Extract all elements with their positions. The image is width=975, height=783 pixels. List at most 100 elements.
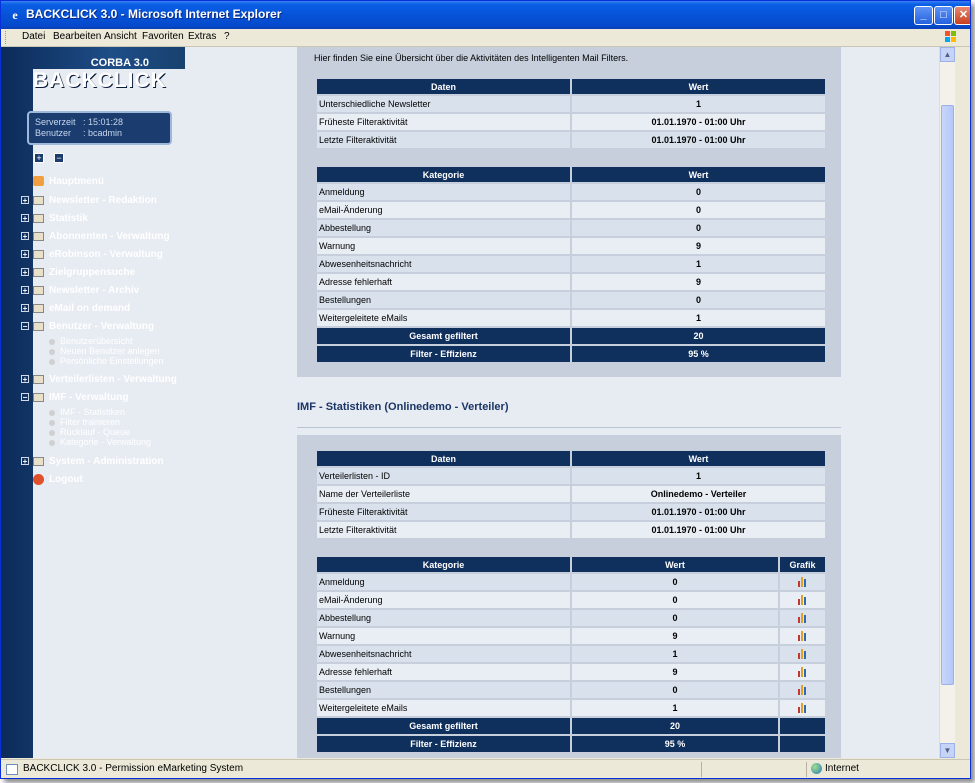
folder-icon — [33, 231, 44, 241]
overview-info-table: Daten Wert Unterschiedliche Newsletter 1 … — [315, 77, 827, 150]
nav-email-on-demand[interactable]: + eMail on demand — [21, 303, 130, 319]
table-row: Verteilerlisten - ID 1 — [317, 468, 825, 484]
nav-imf-verwaltung[interactable]: − IMF - Verwaltung — [21, 392, 128, 408]
plus-icon[interactable]: + — [21, 268, 29, 277]
collapse-all-icon[interactable]: − — [54, 153, 64, 163]
close-button[interactable]: ✕ — [954, 6, 970, 25]
title-bar[interactable]: e BACKCLICK 3.0 - Microsoft Internet Exp… — [1, 1, 970, 29]
scroll-thumb[interactable] — [941, 105, 954, 685]
cell-value: 1 — [572, 646, 778, 662]
nav-sub-kategorie-verwaltung[interactable]: Kategorie - Verwaltung — [49, 437, 151, 447]
efficiency-label: Filter - Effizienz — [317, 736, 570, 752]
nav-abonnenten-verwaltung[interactable]: + Abonnenten - Verwaltung — [21, 231, 170, 247]
table-row: Adresse fehlerhaft 9 — [317, 664, 825, 680]
nav-statistik[interactable]: + Statistik — [21, 213, 88, 229]
menu-datei[interactable]: Datei — [22, 31, 45, 42]
column-header: Kategorie — [317, 557, 570, 572]
total-label: Gesamt gefiltert — [317, 718, 570, 734]
cell-value: 0 — [572, 184, 825, 200]
nav-sub-filter-trainieren[interactable]: Filter trainieren — [49, 417, 120, 427]
nav-newsletter-archiv[interactable]: + Newsletter - Archiv — [21, 285, 139, 301]
page-content: CORBA 3.0 BACKCLICK Serverzeit: 15:01:28… — [1, 47, 955, 758]
cell-value: 01.01.1970 - 01:00 Uhr — [572, 522, 825, 538]
nav-benutzer-verwaltung[interactable]: − Benutzer - Verwaltung — [21, 321, 154, 337]
cell-value: 0 — [572, 574, 778, 590]
bar-chart-icon[interactable] — [797, 577, 808, 588]
nav-newsletter-redaktion[interactable]: + Newsletter - Redaktion — [21, 195, 157, 211]
bar-chart-icon[interactable] — [797, 631, 808, 642]
table-row: Weitergeleitete eMails 1 — [317, 310, 825, 326]
chart-cell — [780, 664, 825, 680]
column-header: Grafik — [780, 557, 825, 572]
plus-icon[interactable]: + — [21, 232, 29, 241]
cell-value: 9 — [572, 238, 825, 254]
nav-hauptmenu[interactable]: Hauptmenü — [21, 176, 104, 192]
cell-label: Name der Verteilerliste — [317, 486, 570, 502]
scroll-down-icon[interactable]: ▼ — [940, 743, 955, 758]
chart-cell — [780, 574, 825, 590]
plus-icon[interactable]: + — [21, 250, 29, 259]
bullet-icon — [49, 409, 55, 416]
expand-all-icon[interactable]: + — [34, 153, 44, 163]
nav-sub-imf-statistiken[interactable]: IMF - Statistiken — [49, 407, 125, 417]
scroll-up-icon[interactable]: ▲ — [940, 47, 955, 62]
security-zone-label: Internet — [825, 763, 859, 774]
menu-bearbeiten[interactable]: Bearbeiten — [53, 31, 101, 42]
vertical-scrollbar[interactable]: ▲ ▼ — [939, 47, 955, 758]
cell-label: Letzte Filteraktivität — [317, 132, 570, 148]
minimize-button[interactable]: _ — [914, 6, 933, 25]
bar-chart-icon[interactable] — [797, 613, 808, 624]
nav-sub-ruecklauf-queue[interactable]: Rücklauf - Queue — [49, 427, 130, 437]
table-row: Letzte Filteraktivität 01.01.1970 - 01:00… — [317, 132, 825, 148]
maximize-button[interactable]: □ — [934, 6, 953, 25]
cell-label: eMail-Änderung — [317, 202, 570, 218]
browser-window: e BACKCLICK 3.0 - Microsoft Internet Exp… — [0, 0, 971, 779]
list-info-table: Daten Wert Verteilerlisten - ID 1 Name de… — [315, 449, 827, 540]
menu-extras[interactable]: Extras — [188, 31, 216, 42]
toolbar-grip[interactable] — [5, 31, 8, 44]
bar-chart-icon[interactable] — [797, 685, 808, 696]
users-icon — [33, 321, 44, 331]
nav-sub-neuen-benutzer[interactable]: Neuen Benutzer anlegen — [49, 346, 160, 356]
total-row: Gesamt gefiltert 20 — [317, 328, 825, 344]
backclick-logo[interactable]: CORBA 3.0 BACKCLICK — [31, 55, 803, 758]
plus-icon[interactable]: + — [21, 304, 29, 313]
minus-icon[interactable]: − — [21, 322, 29, 331]
bar-chart-icon[interactable] — [797, 667, 808, 678]
plus-icon[interactable]: + — [21, 375, 29, 384]
server-time-value: : 15:01:28 — [83, 117, 124, 127]
chart-cell — [780, 610, 825, 626]
nav-sub-persoenliche-einstellungen[interactable]: Persönliche Einstellungen — [49, 356, 164, 366]
table-header-row: Kategorie Wert Grafik — [317, 557, 825, 572]
nav-sub-label: Rücklauf - Queue — [60, 427, 131, 437]
nav-system-administration[interactable]: + System - Administration — [21, 456, 164, 472]
menu-help[interactable]: ? — [224, 31, 230, 42]
nav-logout-label: Logout — [49, 474, 83, 486]
nav-verteilerlisten-verwaltung[interactable]: + Verteilerlisten - Verwaltung — [21, 374, 177, 390]
plus-icon[interactable]: + — [21, 214, 29, 223]
nav-zielgruppensuche[interactable]: + Zielgruppensuche — [21, 267, 135, 283]
cell-value: 0 — [572, 220, 825, 236]
plus-icon[interactable]: + — [21, 196, 29, 205]
menu-favoriten[interactable]: Favoriten — [142, 31, 184, 42]
table-row: Unterschiedliche Newsletter 1 — [317, 96, 825, 112]
nav-sub-benutzeruebersicht[interactable]: Benutzerübersicht — [49, 336, 133, 346]
plus-icon[interactable]: + — [21, 286, 29, 295]
user-label: Benutzer — [35, 128, 72, 138]
minus-icon[interactable]: − — [21, 393, 29, 402]
cell-label: Warnung — [317, 238, 570, 254]
plus-icon[interactable]: + — [21, 457, 29, 466]
bar-chart-icon[interactable] — [797, 703, 808, 714]
nav-logout[interactable]: Logout — [21, 474, 83, 490]
windows-logo-icon — [945, 31, 956, 42]
bar-chart-icon[interactable] — [797, 649, 808, 660]
table-row: Abbestellung 0 — [317, 220, 825, 236]
menu-ansicht[interactable]: Ansicht — [104, 31, 137, 42]
nav-erobinson-verwaltung[interactable]: + eRobinson - Verwaltung — [21, 249, 163, 265]
total-row: Gesamt gefiltert 20 — [317, 718, 825, 734]
menu-bar: Datei Bearbeiten Ansicht Favoriten Extra… — [1, 29, 970, 47]
bar-chart-icon[interactable] — [797, 595, 808, 606]
window-title: BACKCLICK 3.0 - Microsoft Internet Explo… — [26, 7, 282, 21]
nav-label: Statistik — [49, 213, 88, 224]
sidebar: CORBA 3.0 BACKCLICK Serverzeit: 15:01:28… — [1, 47, 803, 758]
